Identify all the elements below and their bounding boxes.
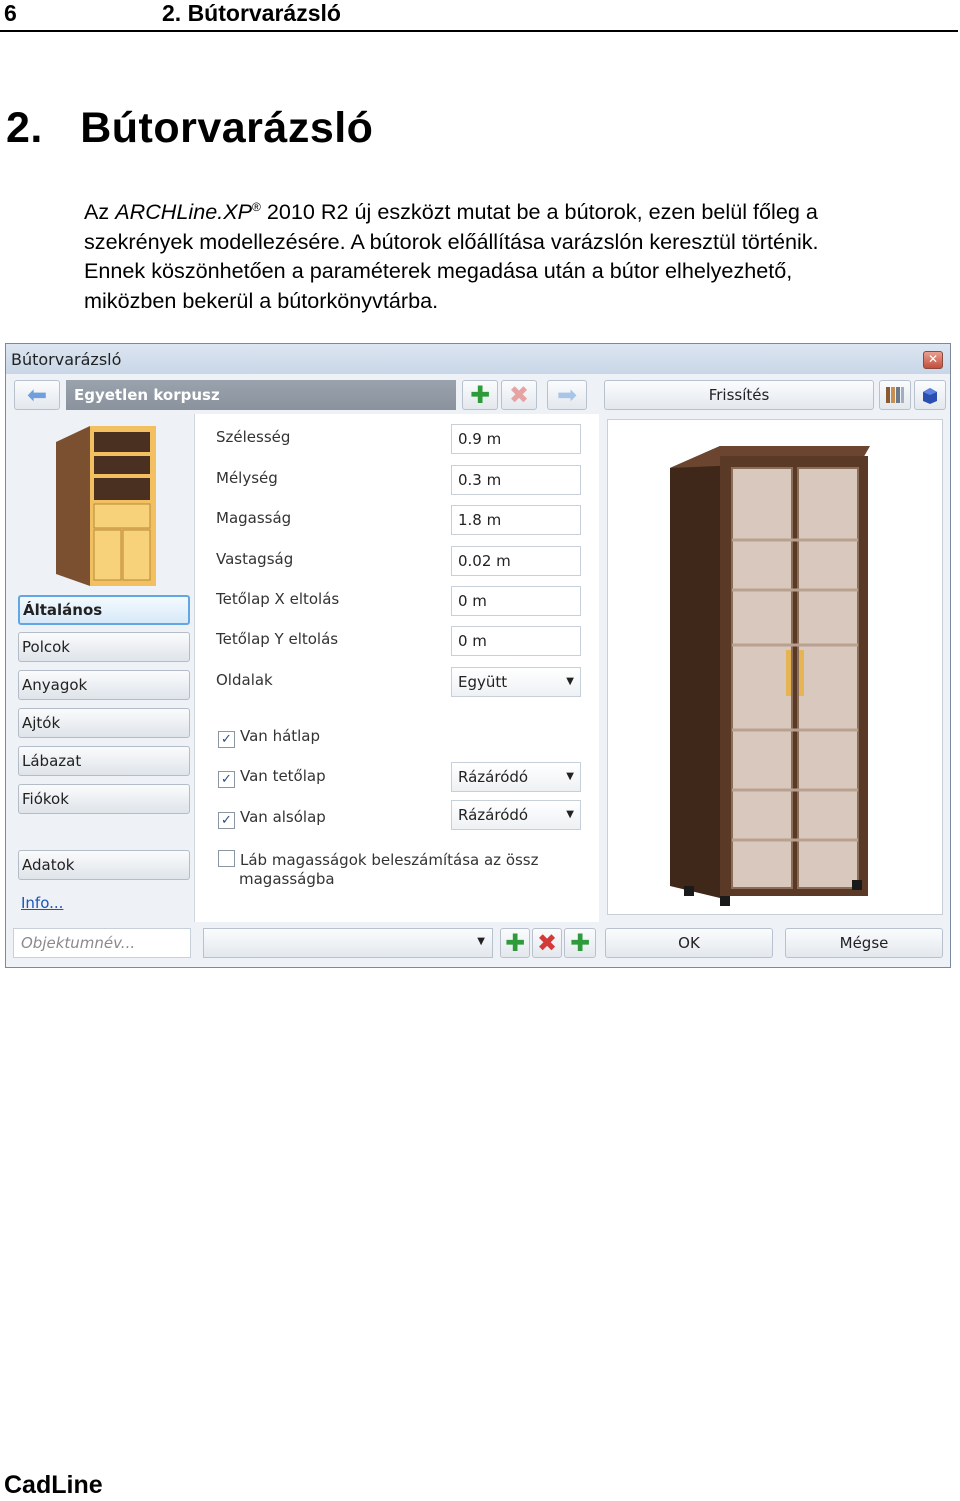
leg-height-checkbox[interactable]: Láb magasságok beleszámítása az össz: [218, 850, 539, 869]
delete-button[interactable]: ✖: [501, 380, 537, 410]
bottom-panel-mode-select[interactable]: Rázáródó ▼: [451, 800, 581, 830]
ok-button[interactable]: OK: [605, 928, 773, 958]
thickness-field[interactable]: 0.02 m: [451, 546, 581, 576]
top-offset-y-field[interactable]: 0 m: [451, 626, 581, 656]
top-panel-checkbox[interactable]: ✓ Van tetőlap: [218, 767, 326, 788]
depth-field[interactable]: 0.3 m: [451, 465, 581, 495]
footer-brand: CadLine: [4, 1471, 103, 1499]
remove-from-library-button[interactable]: ✖: [532, 928, 562, 958]
plus-icon: ✚: [569, 929, 591, 957]
furniture-wizard-dialog: Bútorvarázsló ✕ ⬅ Egyetlen korpusz ✚ ✖ ➡…: [5, 343, 951, 968]
tab-doors[interactable]: Ajtók: [18, 708, 190, 738]
sides-select-value: Együtt: [458, 673, 508, 691]
delete-icon: ✖: [508, 381, 530, 409]
registered-mark: ®: [252, 200, 261, 214]
plus-icon: ✚: [469, 381, 491, 409]
paragraph-line: szekrények modellezésére. A bútorok előá…: [84, 228, 819, 254]
back-panel-checkbox[interactable]: ✓ Van hátlap: [218, 727, 320, 748]
dialog-titlebar: Bútorvarázsló ✕: [6, 344, 950, 374]
paragraph-text: Az: [84, 199, 116, 224]
paragraph-text: 2010 R2 új eszközt mutat be a bútorok, e…: [260, 199, 818, 224]
info-link[interactable]: Info...: [21, 894, 63, 912]
running-head: 2. Bútorvarázsló: [162, 0, 341, 26]
sides-label: Oldalak: [216, 671, 273, 689]
top-panel-mode-value: Rázáródó: [458, 768, 529, 786]
paragraph-line: miközben bekerül a bútorkönyvtárba.: [84, 287, 439, 313]
add-copy-button[interactable]: ✚: [564, 928, 596, 958]
bottom-panel-checkbox[interactable]: ✓ Van alsólap: [218, 808, 326, 829]
paragraph-line: Ennek köszönhetően a paraméterek megadás…: [84, 258, 793, 283]
leg-height-label: Láb magasságok beleszámítása az össz: [240, 851, 539, 869]
intro-paragraph: Az ARCHLine.XP® 2010 R2 új eszközt mutat…: [84, 197, 954, 315]
arrow-left-icon: ⬅: [26, 381, 48, 409]
top-panel-label: Van tetőlap: [240, 767, 326, 785]
library-button[interactable]: [879, 380, 911, 410]
chevron-down-icon: ▼: [477, 936, 485, 947]
depth-label: Mélység: [216, 469, 278, 487]
paragraph-line: Az ARCHLine.XP® 2010 R2 új eszközt mutat…: [84, 197, 954, 227]
delete-icon: ✖: [536, 929, 558, 957]
object-name-bar: Egyetlen korpusz: [66, 380, 456, 410]
tab-data[interactable]: Adatok: [18, 850, 190, 880]
cabinet-preview-image: [670, 446, 870, 906]
chapter-title: 2. Bútorvarázsló: [6, 104, 374, 152]
settings-form: Szélesség 0.9 m Mélység 0.3 m Magasság 1…: [194, 414, 599, 922]
tab-base[interactable]: Lábazat: [18, 746, 190, 776]
back-panel-label: Van hátlap: [240, 727, 321, 745]
thickness-label: Vastagság: [216, 550, 294, 568]
plus-icon: ✚: [504, 929, 526, 957]
brand-name: ARCHLine.XP: [115, 199, 253, 224]
chevron-down-icon: ▼: [566, 809, 574, 820]
tab-materials[interactable]: Anyagok: [18, 670, 190, 700]
height-field[interactable]: 1.8 m: [451, 505, 581, 535]
tab-drawers[interactable]: Fiókok: [18, 784, 190, 814]
object-name-input[interactable]: Objektumnév...: [13, 928, 191, 958]
checkbox-icon: [218, 850, 235, 867]
top-offset-x-field[interactable]: 0 m: [451, 586, 581, 616]
add-button[interactable]: ✚: [462, 380, 498, 410]
chevron-down-icon: ▼: [566, 676, 574, 687]
width-label: Szélesség: [216, 428, 291, 446]
forward-button[interactable]: ➡: [547, 380, 587, 410]
tab-general[interactable]: Általános: [18, 595, 190, 625]
leg-height-label-line2: magasságba: [239, 870, 335, 888]
checkbox-icon: ✓: [218, 731, 235, 748]
sides-select[interactable]: Együtt ▼: [451, 667, 581, 697]
checkbox-icon: ✓: [218, 771, 235, 788]
top-offset-y-label: Tetőlap Y eltolás: [216, 630, 339, 648]
object-library-combo[interactable]: ▼: [203, 928, 493, 958]
height-label: Magasság: [216, 509, 292, 527]
close-button[interactable]: ✕: [923, 351, 943, 369]
category-panel: Általános Polcok Anyagok Ajtók Lábazat F…: [10, 416, 194, 920]
arrow-right-icon: ➡: [556, 381, 578, 409]
tab-shelves[interactable]: Polcok: [18, 632, 190, 662]
refresh-button[interactable]: Frissítés: [604, 380, 874, 410]
page-header: 6 2. Bútorvarázsló: [0, 0, 958, 32]
bottom-panel-mode-value: Rázáródó: [458, 806, 529, 824]
add-to-library-button[interactable]: ✚: [500, 928, 530, 958]
chevron-down-icon: ▼: [566, 771, 574, 782]
dialog-title: Bútorvarázsló: [11, 350, 122, 369]
top-offset-x-label: Tetőlap X eltolás: [216, 590, 340, 608]
3d-view-button[interactable]: [914, 380, 946, 410]
library-icon: [886, 387, 904, 403]
3d-view-icon: [923, 388, 937, 404]
cabinet-thumbnail: [56, 426, 156, 586]
3d-preview[interactable]: [607, 419, 943, 915]
page-number: 6: [4, 0, 17, 26]
width-field[interactable]: 0.9 m: [451, 424, 581, 454]
checkbox-icon: ✓: [218, 812, 235, 829]
bottom-panel-label: Van alsólap: [240, 808, 326, 826]
top-panel-mode-select[interactable]: Rázáródó ▼: [451, 762, 581, 792]
back-button[interactable]: ⬅: [14, 380, 60, 410]
cancel-button[interactable]: Mégse: [785, 928, 943, 958]
